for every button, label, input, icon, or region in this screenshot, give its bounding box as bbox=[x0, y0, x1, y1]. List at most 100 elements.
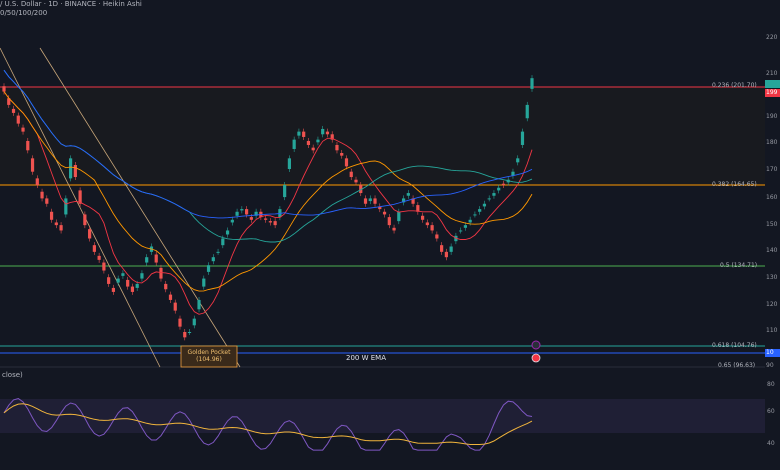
candle-body bbox=[159, 267, 163, 279]
candle-body bbox=[287, 158, 292, 170]
candle-body bbox=[473, 214, 477, 216]
fib-level-0236-label: 0.236 (201.70) bbox=[712, 82, 757, 89]
candle-body bbox=[178, 318, 182, 327]
candle-body bbox=[478, 209, 482, 212]
candle-body bbox=[468, 219, 472, 223]
fib-level-0382-label: 0.382 (164.65) bbox=[712, 181, 757, 188]
candle-body bbox=[183, 332, 187, 338]
candle-body bbox=[382, 211, 387, 215]
golden-pocket-title: Golden Pocket bbox=[187, 349, 231, 356]
price-tick: 150 bbox=[766, 221, 778, 228]
candle-body bbox=[459, 230, 463, 232]
candle-body bbox=[463, 225, 468, 228]
candle-body bbox=[392, 227, 396, 231]
rsi-tick: 40 bbox=[767, 440, 775, 447]
candle-body bbox=[221, 238, 225, 246]
price-tick: 220 bbox=[766, 34, 778, 41]
candle-body bbox=[111, 287, 116, 292]
candle-body bbox=[273, 221, 277, 226]
candle-body bbox=[435, 234, 439, 239]
candle-body bbox=[492, 193, 496, 196]
candle-body bbox=[121, 273, 125, 276]
candle-body bbox=[197, 299, 201, 310]
candle-body bbox=[311, 147, 315, 151]
candle-body bbox=[164, 283, 168, 290]
candle-body bbox=[11, 108, 16, 113]
candle-body bbox=[340, 152, 344, 156]
candle-body bbox=[316, 139, 320, 143]
candle-body bbox=[397, 211, 401, 222]
candle-body bbox=[444, 251, 448, 258]
candle-body bbox=[525, 104, 529, 119]
candle-body bbox=[406, 193, 410, 196]
candle-body bbox=[249, 217, 253, 220]
candle-body bbox=[54, 222, 58, 226]
fib-level-065-label: 0.65 (96.63) bbox=[718, 362, 756, 369]
candle-body bbox=[425, 222, 429, 226]
candle-body bbox=[216, 251, 220, 253]
event-marker-icon bbox=[531, 340, 541, 350]
candle-body bbox=[244, 209, 249, 215]
candle-body bbox=[16, 115, 20, 124]
candle-body bbox=[40, 191, 44, 199]
candle-body bbox=[102, 262, 106, 271]
candle-body bbox=[430, 225, 434, 231]
candle-body bbox=[187, 332, 192, 333]
price-tag-upper bbox=[765, 80, 780, 88]
candle-body bbox=[145, 257, 149, 263]
candle-body bbox=[368, 198, 372, 202]
moving-average-legend[interactable]: 0/50/100/200 bbox=[0, 9, 142, 18]
price-tick: 120 bbox=[766, 301, 778, 308]
candle-body bbox=[302, 131, 306, 137]
candle-body bbox=[335, 144, 339, 151]
candle-body bbox=[97, 255, 101, 260]
candle-body bbox=[126, 279, 130, 287]
candle-body bbox=[516, 158, 520, 163]
candle-body bbox=[59, 225, 63, 231]
candle-body bbox=[49, 211, 54, 220]
candle-body bbox=[344, 158, 349, 167]
golden-pocket-label: Golden Pocket (104.96) bbox=[181, 349, 237, 363]
rsi-legend[interactable]: close) bbox=[2, 371, 23, 379]
price-tick: 140 bbox=[766, 247, 778, 254]
candle-body bbox=[88, 229, 92, 239]
candle-body bbox=[225, 230, 230, 235]
candle-body bbox=[107, 277, 111, 284]
event-marker-icon bbox=[531, 353, 541, 363]
candle-body bbox=[440, 245, 444, 252]
fib-zone-0236-0382 bbox=[0, 87, 765, 185]
candle-body bbox=[211, 257, 215, 262]
price-tick: 130 bbox=[766, 274, 778, 281]
candle-body bbox=[283, 185, 287, 198]
candle-body bbox=[306, 140, 311, 145]
candle-body bbox=[349, 171, 353, 178]
candle-body bbox=[354, 179, 358, 183]
candle-body bbox=[297, 131, 301, 136]
candle-body bbox=[264, 218, 268, 220]
chart-header: / U.S. Dollar · 1D · BINANCE · Heikin As… bbox=[0, 0, 142, 18]
price-tick: 190 bbox=[766, 113, 778, 120]
price-tick: 170 bbox=[766, 166, 778, 173]
candle-body bbox=[292, 139, 296, 149]
price-axis[interactable]: 220 210 190 180 170 160 150 140 130 120 … bbox=[765, 0, 780, 470]
candle-body bbox=[363, 198, 368, 204]
candle-body bbox=[73, 165, 77, 178]
candle-body bbox=[530, 78, 534, 89]
symbol-title[interactable]: / U.S. Dollar · 1D · BINANCE · Heikin As… bbox=[0, 0, 142, 9]
candle-body bbox=[68, 158, 73, 179]
fib-level-0618-label: 0.618 (104.76) bbox=[712, 342, 757, 349]
candle-body bbox=[168, 294, 173, 300]
candle-body bbox=[154, 254, 158, 263]
candle-body bbox=[135, 283, 139, 288]
candle-body bbox=[373, 198, 377, 204]
current-price-tag: 199 bbox=[765, 89, 780, 97]
candle-body bbox=[487, 198, 491, 200]
candle-body bbox=[235, 211, 239, 216]
price-tick: 90 bbox=[766, 362, 774, 369]
candle-body bbox=[130, 286, 135, 292]
chart-canvas[interactable] bbox=[0, 0, 780, 470]
candle-body bbox=[30, 158, 35, 172]
candle-body bbox=[116, 278, 120, 283]
candle-body bbox=[2, 86, 6, 92]
candle-body bbox=[520, 131, 525, 145]
